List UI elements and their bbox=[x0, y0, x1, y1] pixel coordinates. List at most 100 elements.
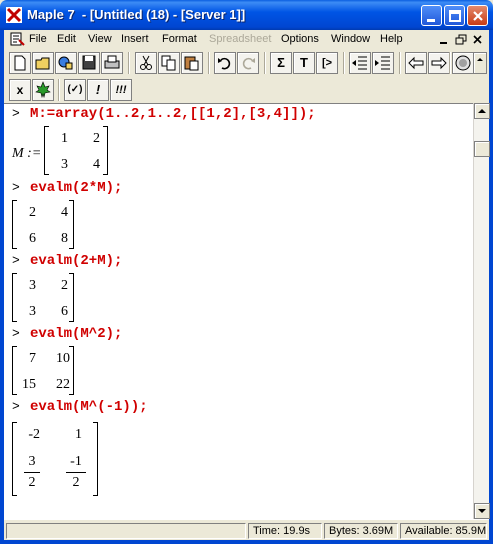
minimize-button[interactable] bbox=[421, 5, 442, 26]
cut-button[interactable] bbox=[135, 52, 157, 74]
command-input[interactable]: evalm(2+M); bbox=[30, 253, 122, 269]
document-icon[interactable] bbox=[9, 32, 25, 47]
scroll-down-arrow[interactable] bbox=[474, 503, 490, 519]
insert-prompt-button[interactable]: [> bbox=[316, 52, 338, 74]
matrix-cell: 6 bbox=[61, 304, 68, 319]
maple-leaf-button[interactable] bbox=[32, 79, 54, 101]
worksheet[interactable]: > M:=array(1..2,1..2,[[1,2],[3,4]]); M :… bbox=[4, 103, 473, 519]
command-input[interactable]: evalm(M^(-1)); bbox=[30, 399, 148, 415]
window-frame-bottom bbox=[0, 540, 493, 544]
command-input[interactable]: M:=array(1..2,1..2,[[1,2],[3,4]]); bbox=[30, 106, 316, 122]
matrix-cell: 15 bbox=[22, 377, 36, 392]
menu-window[interactable]: Window bbox=[331, 33, 370, 45]
menu-help[interactable]: Help bbox=[380, 33, 403, 45]
undo-button[interactable] bbox=[214, 52, 236, 74]
matrix-output: 1 2 3 4 bbox=[44, 126, 108, 175]
fraction-bar bbox=[66, 472, 86, 473]
redo-button[interactable] bbox=[237, 52, 259, 74]
fraction-denominator: 2 bbox=[72, 475, 80, 490]
status-time: Time: 19.9s bbox=[248, 523, 322, 539]
back-button[interactable] bbox=[405, 52, 427, 74]
fraction-denominator: 2 bbox=[28, 475, 36, 490]
menu-options[interactable]: Options bbox=[281, 33, 319, 45]
new-file-button[interactable] bbox=[9, 52, 31, 74]
indent-button[interactable] bbox=[372, 52, 394, 74]
matrix-right-bracket bbox=[69, 273, 74, 322]
matrix-cell: -2 bbox=[28, 427, 40, 442]
menu-bar: File Edit View Insert Format Spreadsheet… bbox=[4, 30, 489, 49]
scroll-thumb[interactable] bbox=[474, 141, 490, 157]
matrix-cell: 8 bbox=[61, 231, 68, 246]
doc-close-button[interactable] bbox=[471, 33, 485, 46]
menu-edit[interactable]: Edit bbox=[57, 33, 76, 45]
menu-insert[interactable]: Insert bbox=[121, 33, 149, 45]
open-file-button[interactable] bbox=[32, 52, 54, 74]
save-button[interactable] bbox=[78, 52, 100, 74]
fraction-numerator: 3 bbox=[28, 454, 36, 469]
prompt-symbol: > bbox=[12, 106, 20, 121]
matrix-cell: 4 bbox=[61, 205, 68, 220]
prompt-symbol: > bbox=[12, 399, 20, 414]
open-url-button[interactable] bbox=[55, 52, 77, 74]
doc-minimize-button[interactable] bbox=[437, 33, 451, 46]
command-input[interactable]: evalm(M^2); bbox=[30, 326, 122, 342]
doc-restore-button[interactable] bbox=[454, 33, 468, 46]
menu-file[interactable]: File bbox=[29, 33, 47, 45]
paste-button[interactable] bbox=[181, 52, 203, 74]
forward-button[interactable] bbox=[428, 52, 450, 74]
matrix-right-bracket bbox=[103, 126, 108, 175]
matrix-cell: 2 bbox=[61, 278, 68, 293]
matrix-right-bracket bbox=[69, 200, 74, 249]
toolbar-separator bbox=[343, 52, 345, 74]
window-title: Maple 7 - [Untitled (18) - [Server 1]] bbox=[27, 7, 246, 22]
maximize-button[interactable] bbox=[444, 5, 465, 26]
symbol-x-button[interactable]: x bbox=[9, 79, 31, 101]
status-bytes: Bytes: 3.69M bbox=[324, 523, 398, 539]
matrix-cell: 3 bbox=[61, 157, 68, 172]
scroll-up-arrow[interactable] bbox=[474, 103, 490, 119]
matrix-left-bracket bbox=[12, 422, 17, 496]
matrix-cell: 3 bbox=[29, 304, 36, 319]
execute-button[interactable]: ! bbox=[87, 79, 109, 101]
matrix-cell: 1 bbox=[75, 427, 82, 442]
text-input-button[interactable]: T bbox=[293, 52, 315, 74]
matrix-left-bracket bbox=[12, 200, 17, 249]
matrix-output: -2 1 3 2 -1 2 bbox=[12, 422, 98, 496]
matrix-cell: 7 bbox=[29, 351, 36, 366]
matrix-output: 3 2 3 6 bbox=[12, 273, 74, 322]
math-input-button[interactable]: Σ bbox=[270, 52, 292, 74]
toolbar-separator bbox=[128, 52, 130, 74]
outdent-button[interactable] bbox=[349, 52, 371, 74]
prompt-symbol: > bbox=[12, 180, 20, 195]
matrix-output: 2 4 6 8 bbox=[12, 200, 74, 249]
check-syntax-button[interactable]: (✓) bbox=[64, 79, 86, 101]
print-button[interactable] bbox=[101, 52, 123, 74]
menu-spreadsheet[interactable]: Spreadsheet bbox=[209, 33, 271, 45]
status-message bbox=[6, 523, 246, 539]
matrix-cell: 1 bbox=[61, 131, 68, 146]
matrix-cell: 22 bbox=[56, 377, 70, 392]
copy-button[interactable] bbox=[158, 52, 180, 74]
vertical-scrollbar[interactable] bbox=[473, 103, 490, 519]
execute-all-button[interactable]: !!! bbox=[110, 79, 132, 101]
matrix-cell: 10 bbox=[56, 351, 70, 366]
stop-button[interactable] bbox=[452, 52, 474, 74]
matrix-cell: 4 bbox=[93, 157, 100, 172]
main-toolbar: Σ T [> bbox=[4, 49, 474, 77]
toolbar-separator bbox=[264, 52, 266, 74]
status-available: Available: 85.9M bbox=[400, 523, 487, 539]
maple-app-icon[interactable] bbox=[6, 7, 22, 23]
toolbar-scroll-up[interactable] bbox=[473, 52, 487, 74]
menu-format[interactable]: Format bbox=[162, 33, 197, 45]
title-bar[interactable]: Maple 7 - [Untitled (18) - [Server 1]] bbox=[0, 0, 493, 30]
menu-view[interactable]: View bbox=[88, 33, 112, 45]
matrix-left-bracket bbox=[44, 126, 49, 175]
close-button[interactable] bbox=[467, 5, 488, 26]
matrix-cell: 2 bbox=[29, 205, 36, 220]
matrix-left-bracket bbox=[12, 273, 17, 322]
toolbar-separator bbox=[449, 52, 451, 74]
fraction-bar bbox=[24, 472, 40, 473]
prompt-symbol: > bbox=[12, 253, 20, 268]
command-input[interactable]: evalm(2*M); bbox=[30, 180, 122, 196]
fraction: 3 2 bbox=[24, 454, 40, 491]
